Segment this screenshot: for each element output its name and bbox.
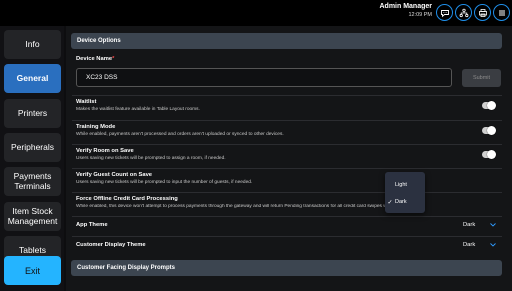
check-icon: ✓ <box>387 199 393 206</box>
waitlist-description: Makes the waitlist feature available in … <box>76 107 200 112</box>
option-label: Light <box>395 182 407 188</box>
section-header-device-options: Device Options <box>71 33 502 49</box>
sidebar-item-label: Payments Terminals <box>13 170 52 191</box>
org-chart-button[interactable] <box>455 4 472 21</box>
option-label: Dark <box>395 199 407 205</box>
submit-button[interactable]: Submit <box>462 69 501 87</box>
user-info: Admin Manager 12:09 PM <box>379 3 432 18</box>
verify-guest-count-label: Verify Guest Count on Save <box>76 172 153 178</box>
device-name-input[interactable]: XC23 DSS <box>76 68 452 87</box>
dropdown-option-dark[interactable]: ✓ Dark <box>385 195 425 209</box>
device-name-label: Device Name* <box>76 56 115 62</box>
customer-display-theme-select[interactable]: Dark <box>461 239 498 251</box>
sidebar-item-peripherals[interactable]: Peripherals <box>4 133 61 162</box>
divider <box>72 120 502 121</box>
print-button[interactable] <box>474 4 491 21</box>
clock-time: 12:09 PM <box>408 12 432 18</box>
chat-button[interactable] <box>436 4 453 21</box>
user-name: Admin Manager <box>379 3 432 10</box>
verify-guest-count-description: Users saving new tickets will be prompte… <box>76 180 253 185</box>
main-panel: Device Options Device Name* XC23 DSS Sub… <box>66 26 512 291</box>
app-theme-label: App Theme <box>76 222 108 228</box>
app-theme-value: Dark <box>463 222 476 228</box>
customer-display-theme-label: Customer Display Theme <box>76 242 146 248</box>
training-mode-toggle[interactable] <box>482 126 496 135</box>
force-offline-description: While enabled, this device won't attempt… <box>76 204 390 209</box>
sidebar-item-label: Item Stock Management <box>7 205 58 226</box>
exit-button[interactable]: Exit <box>4 256 61 285</box>
training-mode-label: Training Mode <box>76 124 116 130</box>
chevron-down-icon <box>490 223 496 227</box>
chat-icon <box>440 9 449 17</box>
chevron-down-icon <box>490 243 496 247</box>
verify-room-description: Users saving new tickets will be prompte… <box>76 156 226 161</box>
toggle-knob <box>487 150 496 159</box>
exit-label: Exit <box>24 265 40 276</box>
sidebar-item-label: General <box>16 72 49 83</box>
dropdown-option-light[interactable]: Light <box>385 178 425 192</box>
divider <box>72 192 502 193</box>
divider <box>72 95 502 96</box>
sidebar-item-label: Info <box>25 38 40 49</box>
verify-room-toggle[interactable] <box>482 150 496 159</box>
org-chart-icon <box>459 8 468 17</box>
sidebar-item-printers[interactable]: Printers <box>4 99 61 128</box>
sidebar: Info General Printers Peripherals Paymen… <box>0 26 64 291</box>
sidebar-item-payments-terminals[interactable]: Payments Terminals <box>4 167 61 196</box>
printer-icon <box>478 8 487 17</box>
divider <box>72 236 502 237</box>
device-name-value: XC23 DSS <box>86 74 118 81</box>
verify-room-label: Verify Room on Save <box>76 148 134 154</box>
app-theme-select[interactable]: Dark <box>461 219 498 231</box>
force-offline-label: Force Offline Credit Card Processing <box>76 196 178 202</box>
required-mark: * <box>112 56 115 62</box>
top-bar: Admin Manager 12:09 PM <box>0 0 512 26</box>
sidebar-item-label: Tablets <box>19 244 46 255</box>
menu-button[interactable] <box>493 4 510 21</box>
sidebar-item-general[interactable]: General <box>4 64 61 93</box>
toggle-knob <box>487 126 496 135</box>
sidebar-item-label: Printers <box>17 107 48 118</box>
toggle-knob <box>487 101 496 110</box>
divider <box>72 144 502 145</box>
waitlist-label: Waitlist <box>76 99 97 105</box>
menu-icon <box>498 10 505 15</box>
divider <box>72 216 502 217</box>
section-header-customer-prompts: Customer Facing Display Prompts <box>71 260 502 276</box>
divider <box>72 168 502 169</box>
customer-display-theme-value: Dark <box>463 242 476 248</box>
waitlist-toggle[interactable] <box>482 101 496 110</box>
sidebar-item-info[interactable]: Info <box>4 30 61 59</box>
training-mode-description: While enabled, payments aren't processed… <box>76 132 284 137</box>
theme-dropdown-menu: Light ✓ Dark <box>385 172 425 213</box>
sidebar-item-label: Peripherals <box>11 141 54 152</box>
sidebar-item-item-stock-management[interactable]: Item Stock Management <box>4 202 61 231</box>
